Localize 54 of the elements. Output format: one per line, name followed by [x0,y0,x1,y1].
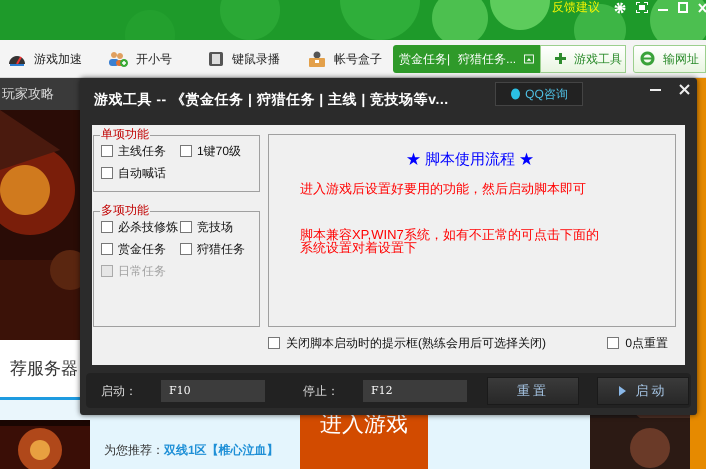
option-label: 关闭脚本启动时的提示框(熟练会用后可选择关闭) [286,336,546,350]
toolbar-button[interactable]: 游戏加速 [0,44,100,74]
browser-icon [640,51,656,66]
option-label: 1键70级 [197,144,242,158]
info-heading: ★ 脚本使用流程 ★ [404,150,536,170]
group-title: 单项功能 [100,127,150,141]
briefcase-icon [308,50,326,66]
start-button[interactable]: 启动 [597,376,689,404]
toolbar-button[interactable]: 开小号 [100,44,200,74]
checkbox[interactable] [180,243,192,255]
option-label: 赏金任务 [118,242,166,256]
task-tab[interactable]: 赏金任务| [399,50,450,68]
recorder-icon [208,50,224,66]
settings-icon[interactable] [614,2,626,14]
maximize-icon[interactable] [678,2,688,13]
toolbar-button[interactable]: 输网址 [633,44,706,72]
option-label: 主线任务 [118,144,166,158]
checkbox[interactable] [607,337,620,349]
group-title: 多项功能 [100,203,150,217]
task-tab[interactable]: 狩猎任务... [458,50,516,68]
toolbar-button[interactable]: 键鼠录播 [200,44,300,74]
users-icon [108,50,128,66]
qq-button[interactable]: QQ咨询 [495,82,583,106]
checkbox[interactable] [268,337,280,349]
recommend-text: 为您推荐：双线1区【椎心泣血】 [104,442,279,459]
plus-icon [555,53,566,64]
penguin-icon [510,88,522,100]
checkbox[interactable] [101,167,113,179]
option-label: 狩猎任务 [197,242,245,256]
hotkey-label: 停止： [303,382,340,400]
checkbox[interactable] [101,243,113,255]
window-icon[interactable] [524,54,534,64]
hotkey-field[interactable]: F12 [363,380,467,402]
reset-button[interactable]: 重置 [487,376,579,404]
info-text: 脚本兼容XP,WIN7系统，如有不正常的可点击下面的系统设置对着设置下 [300,228,600,254]
info-text: 进入游戏后设置好要用的功能，然后启动脚本即可 [300,182,587,194]
option-label: 自动喊话 [118,166,166,180]
toolbar-button[interactable]: 帐号盒子 [300,44,388,74]
checkbox[interactable] [101,221,113,233]
toolbar-button[interactable]: 游戏工具 [540,44,626,72]
option-label: 日常任务 [118,264,166,278]
hotkey-field[interactable]: F10 [161,380,265,402]
option-label: 0点重置 [625,336,668,350]
option-label: 竞技场 [197,220,233,234]
checkbox[interactable] [101,145,113,157]
hotkey-label: 启动： [101,382,138,400]
section-heading: 荐服务器 [10,358,78,380]
play-icon [618,386,626,396]
close-icon[interactable] [679,84,690,95]
option-label: 必杀技修炼 [118,220,178,234]
checkbox[interactable] [180,221,192,233]
checkbox[interactable] [180,145,192,157]
dialog-title: 游戏工具 -- 《赏金任务 | 狩猎任务 | 主线 | 竞技场等v... [93,90,449,110]
fullscreen-icon[interactable] [636,2,648,13]
